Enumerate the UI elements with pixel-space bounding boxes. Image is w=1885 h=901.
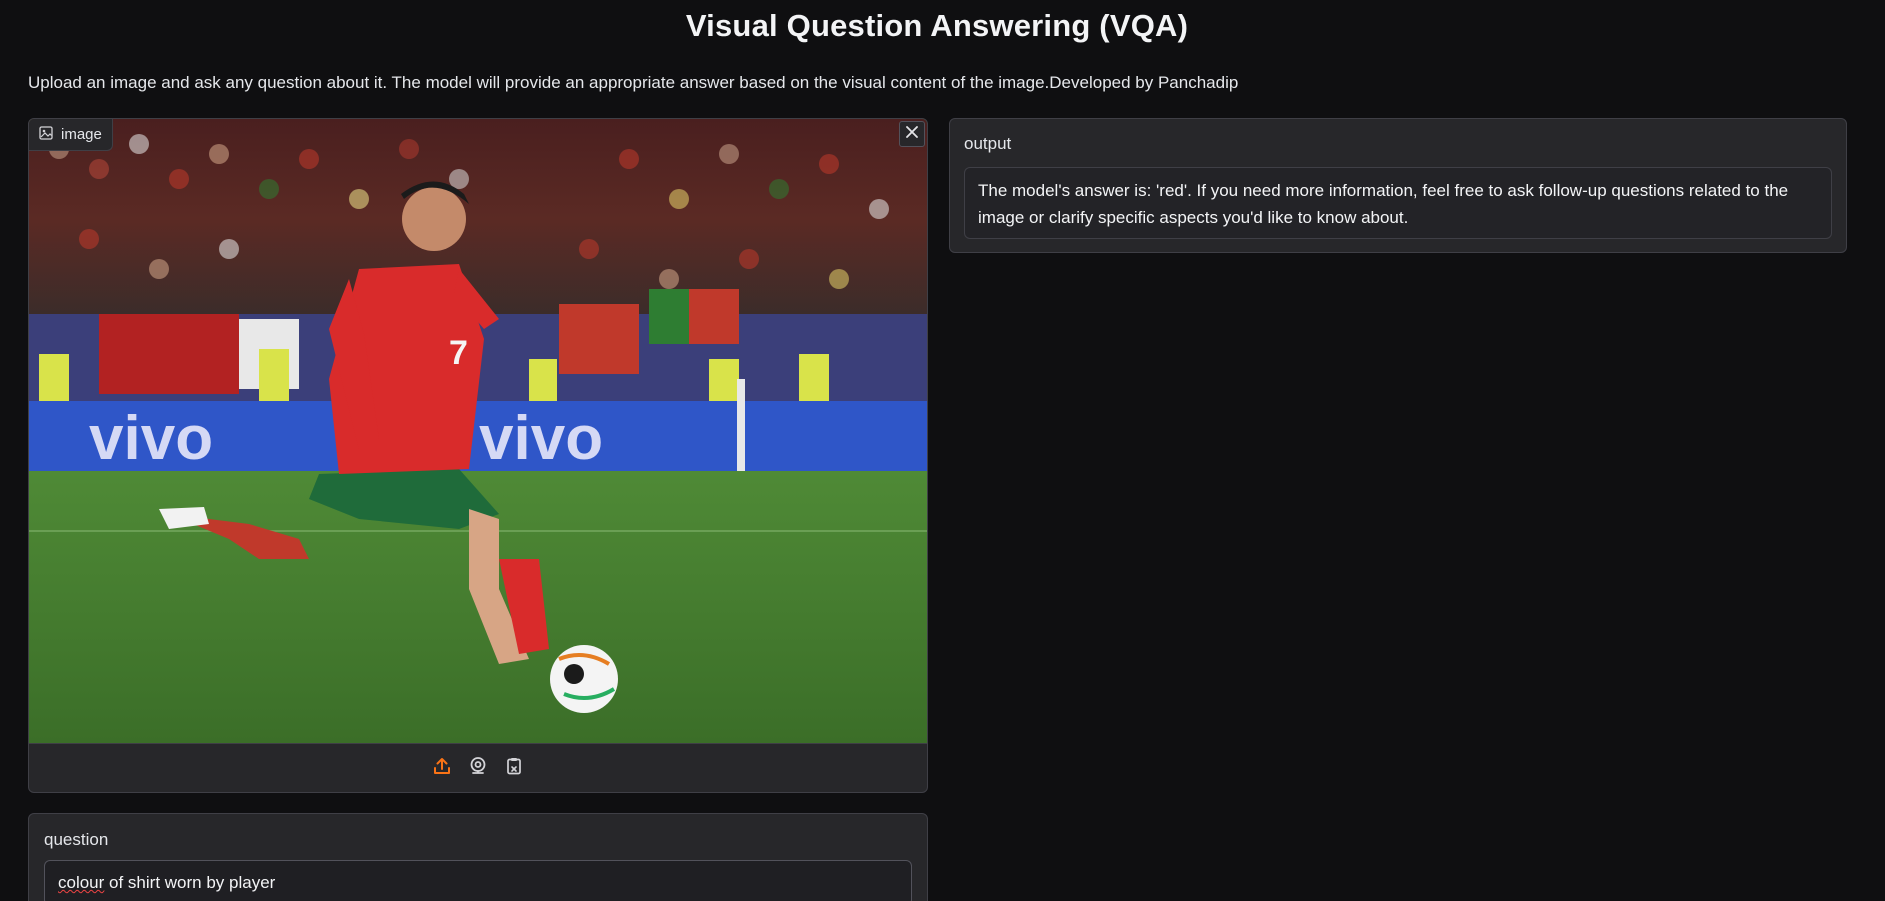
question-label: question: [44, 830, 109, 849]
webcam-button[interactable]: [467, 756, 489, 781]
webcam-icon: [468, 756, 488, 781]
clear-image-button[interactable]: [899, 121, 925, 147]
svg-text:7: 7: [449, 334, 468, 372]
image-source-toolbar: [29, 743, 927, 792]
page-description: Upload an image and ask any question abo…: [28, 73, 1239, 92]
output-panel: output The model's answer is: 'red'. If …: [949, 118, 1847, 253]
upload-button[interactable]: [431, 758, 453, 780]
photo-football-player: vivo vivo 7: [29, 119, 927, 743]
page-title: Visual Question Answering (VQA): [685, 8, 1189, 43]
image-icon: [39, 125, 53, 144]
question-panel: question colour of shirt worn by player: [28, 813, 928, 901]
output-label: output: [964, 134, 1012, 153]
image-label-text: image: [61, 126, 102, 143]
svg-text:vivo: vivo: [89, 404, 213, 473]
clipboard-icon: [504, 756, 524, 781]
question-input[interactable]: colour of shirt worn by player: [44, 860, 912, 901]
image-input-panel[interactable]: vivo vivo 7 image: [28, 118, 928, 793]
svg-text:vivo: vivo: [479, 404, 603, 473]
output-textbox[interactable]: The model's answer is: 'red'. If you nee…: [964, 167, 1832, 239]
question-word-misspelled: colour: [58, 873, 105, 892]
image-input-label: image: [29, 119, 113, 151]
uploaded-image: vivo vivo 7: [29, 119, 927, 743]
close-icon: [905, 125, 919, 144]
question-text: of shirt worn by player: [104, 873, 276, 892]
upload-icon: [432, 756, 452, 781]
paste-clipboard-button[interactable]: [503, 758, 525, 780]
